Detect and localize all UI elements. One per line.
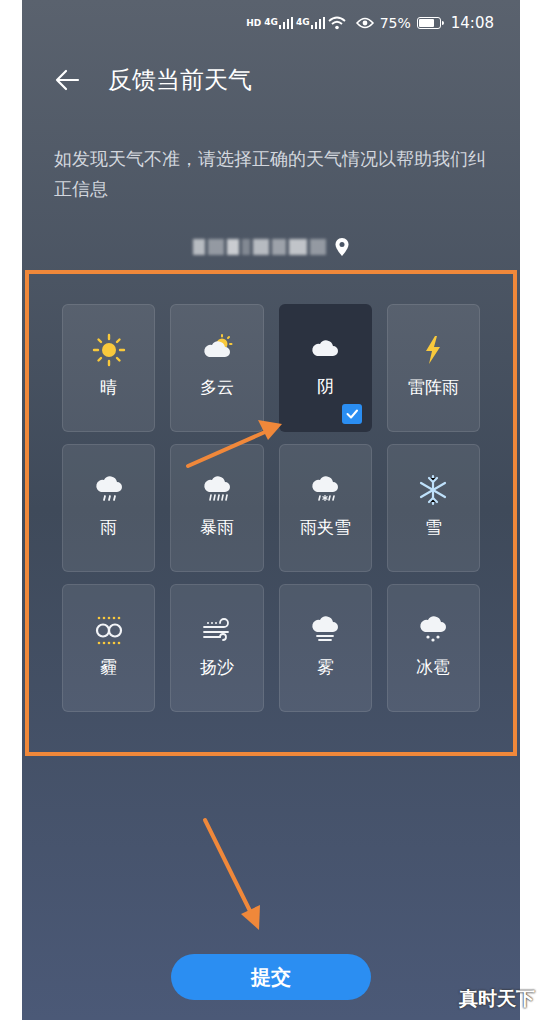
weather-option[interactable]: 冰雹 bbox=[387, 584, 480, 712]
weather-option[interactable]: 雾 bbox=[279, 584, 372, 712]
weather-option[interactable]: 暴雨 bbox=[170, 444, 263, 572]
network-indicator: 4G bbox=[264, 17, 293, 29]
rain-icon bbox=[92, 473, 126, 507]
thunder-icon bbox=[416, 333, 450, 367]
storm-icon bbox=[200, 473, 234, 507]
weather-option[interactable]: 雨夹雪 bbox=[279, 444, 372, 572]
description: 如发现天气不准，请选择正确的天气情况以帮助我们纠正信息 bbox=[22, 144, 520, 204]
submit-button[interactable]: 提交 bbox=[171, 954, 371, 1000]
selected-checkbox bbox=[342, 404, 362, 424]
weather-option[interactable]: 霾 bbox=[62, 584, 155, 712]
highlight-box bbox=[25, 270, 517, 756]
weather-option[interactable]: 多云 bbox=[170, 304, 263, 432]
overcast-icon bbox=[308, 332, 342, 366]
weather-label: 冰雹 bbox=[416, 655, 450, 679]
eye-icon bbox=[356, 17, 374, 29]
fog-icon bbox=[308, 613, 342, 647]
cloudy-icon bbox=[200, 333, 234, 367]
wifi-icon bbox=[328, 16, 346, 30]
weather-option[interactable]: 晴 bbox=[62, 304, 155, 432]
signal-icon bbox=[279, 17, 293, 29]
network-label: 4G bbox=[296, 17, 310, 27]
sand-icon bbox=[200, 613, 234, 647]
weather-option[interactable]: 扬沙 bbox=[170, 584, 263, 712]
annotation-arrows-icon bbox=[22, 0, 520, 1020]
weather-label: 多云 bbox=[200, 375, 234, 399]
weather-label: 扬沙 bbox=[200, 655, 234, 679]
back-arrow-icon[interactable] bbox=[54, 69, 80, 91]
weather-label: 雨 bbox=[100, 515, 117, 539]
weather-grid: 晴 多云 阴 雷阵雨雨 暴雨 雨夹雪 雪霾 扬沙 雾 冰雹 bbox=[22, 304, 520, 712]
weather-label: 暴雨 bbox=[200, 515, 234, 539]
hail-icon bbox=[416, 613, 450, 647]
check-icon bbox=[345, 407, 359, 421]
haze-icon bbox=[92, 613, 126, 647]
battery-icon bbox=[417, 17, 441, 29]
location-pin-icon bbox=[334, 237, 350, 257]
weather-option[interactable]: 雨 bbox=[62, 444, 155, 572]
network-label: 4G bbox=[264, 17, 278, 27]
status-bar: HD4G4G 75% 14:08 bbox=[22, 0, 520, 46]
weather-option[interactable]: 雪 bbox=[387, 444, 480, 572]
header: 反馈当前天气 bbox=[22, 58, 520, 102]
snow-icon bbox=[416, 473, 450, 507]
weather-label: 雾 bbox=[317, 655, 334, 679]
weather-label: 霾 bbox=[100, 655, 117, 679]
sleet-icon bbox=[308, 473, 342, 507]
network-indicator: HD bbox=[246, 18, 261, 28]
weather-label: 雨夹雪 bbox=[300, 515, 351, 539]
weather-label: 雪 bbox=[425, 515, 442, 539]
network-indicator: 4G bbox=[296, 17, 325, 29]
phone-screen: HD4G4G 75% 14:08 反馈当前天气 如发现天气不准，请选择正确的天气… bbox=[22, 0, 520, 1020]
weather-label: 雷阵雨 bbox=[408, 375, 459, 399]
location bbox=[22, 232, 520, 262]
weather-option[interactable]: 阴 bbox=[279, 304, 372, 432]
weather-label: 晴 bbox=[100, 375, 117, 399]
signal-icon bbox=[311, 17, 325, 29]
weather-label: 阴 bbox=[317, 374, 334, 398]
network-label: HD bbox=[246, 18, 261, 28]
battery-percent: 75% bbox=[380, 13, 411, 34]
battery-fill bbox=[419, 19, 434, 27]
sunny-icon bbox=[92, 333, 126, 367]
weather-option[interactable]: 雷阵雨 bbox=[387, 304, 480, 432]
page-title: 反馈当前天气 bbox=[108, 62, 252, 98]
watermark: 真时天下 bbox=[459, 984, 535, 1013]
clock: 14:08 bbox=[451, 12, 494, 35]
